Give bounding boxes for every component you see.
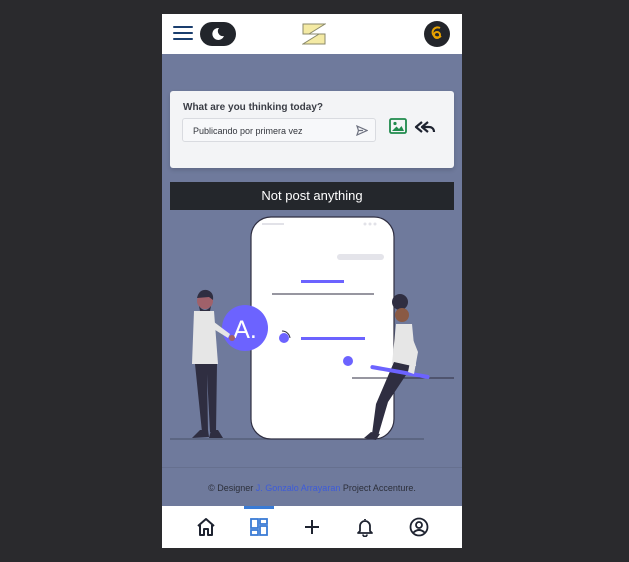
reply-all-icon[interactable] (414, 120, 436, 134)
plus-icon (305, 520, 319, 534)
moon-icon (212, 27, 224, 40)
footer-author-link[interactable]: J. Gonzalo Arrayaran (256, 483, 341, 493)
footer-divider (162, 467, 462, 468)
nav-add[interactable] (292, 506, 332, 548)
home-icon (197, 518, 215, 536)
nav-notifications[interactable] (345, 506, 385, 548)
app-logo[interactable] (301, 23, 327, 50)
image-upload-icon[interactable] (389, 118, 407, 134)
avatar-icon (431, 26, 442, 39)
top-bar (162, 14, 462, 54)
post-composer: What are you thinking today? (170, 91, 454, 168)
composer-prompt: What are you thinking today? (183, 102, 324, 113)
app-screen: What are you thinking today? Not post an… (162, 14, 462, 548)
post-input-field[interactable] (182, 118, 376, 142)
user-avatar[interactable] (424, 21, 450, 47)
account-icon (409, 517, 429, 537)
theme-toggle-button[interactable] (200, 22, 236, 46)
footer-credits: © Designer J. Gonzalo Arrayaran Project … (162, 483, 462, 493)
hamburger-icon[interactable] (173, 26, 193, 42)
nav-profile[interactable] (399, 506, 439, 548)
nav-dashboard[interactable] (239, 506, 279, 548)
nav-home[interactable] (186, 506, 226, 548)
footer-suffix: Project Accenture. (340, 483, 416, 493)
empty-state-illustration: A. (170, 216, 454, 440)
send-icon[interactable] (356, 125, 368, 136)
bottom-navigation (162, 506, 462, 548)
illustration-badge-text: A. (233, 316, 257, 344)
bell-icon (357, 519, 373, 537)
dashboard-icon (250, 518, 268, 536)
empty-feed-banner: Not post anything (170, 182, 454, 210)
footer-prefix: © Designer (208, 483, 256, 493)
post-input[interactable] (193, 124, 351, 138)
